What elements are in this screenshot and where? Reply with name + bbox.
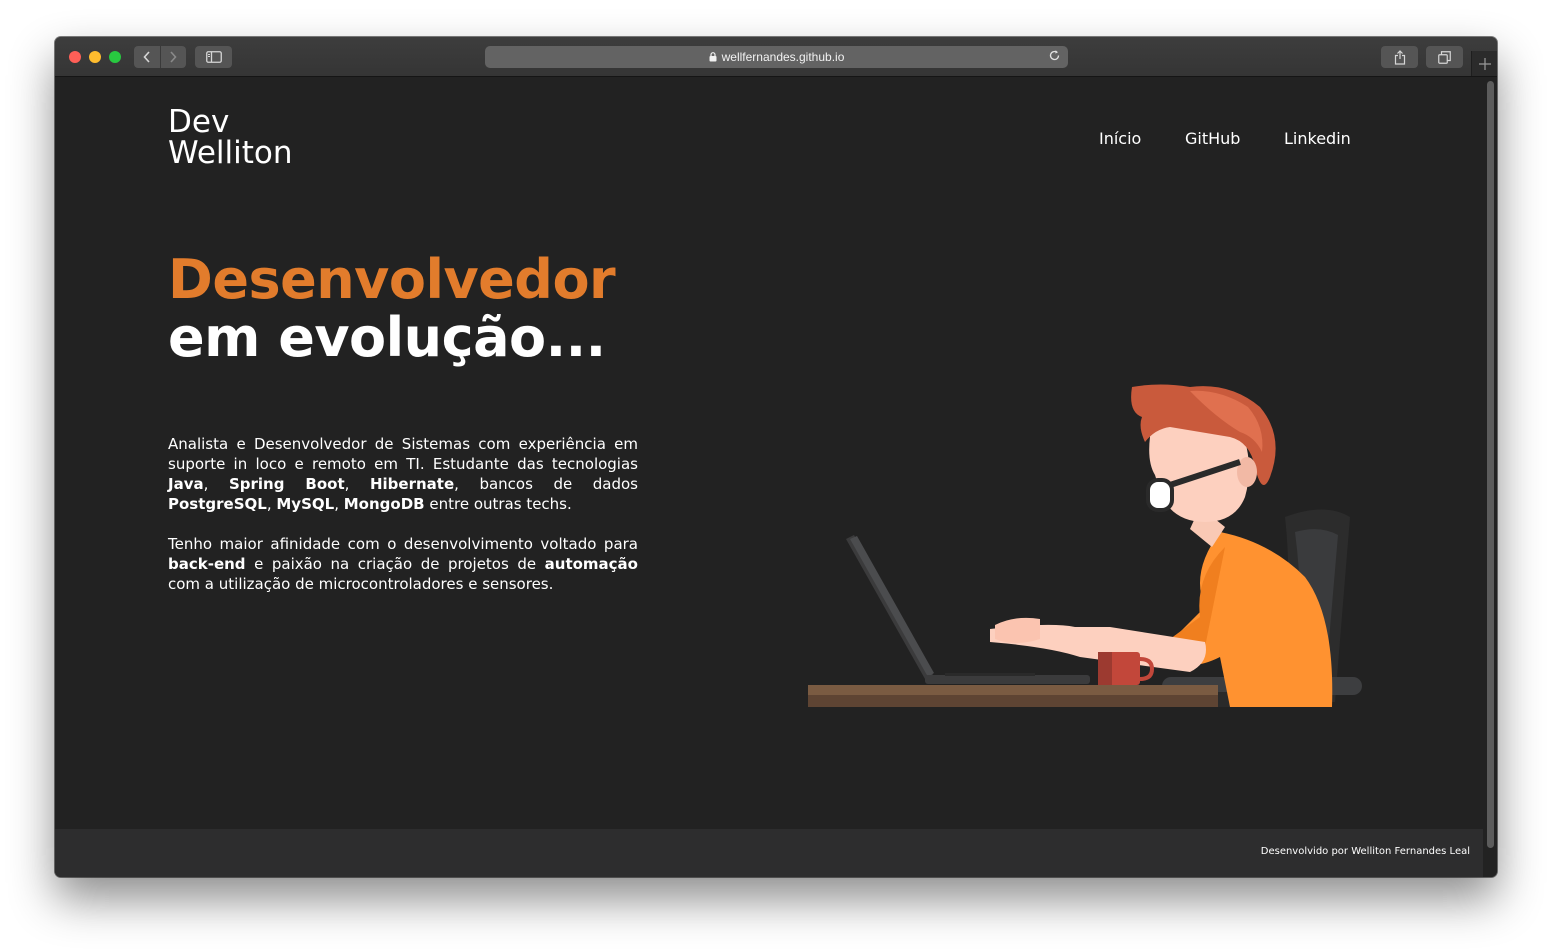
chevron-right-icon [170,51,177,63]
text-run: , [344,475,370,493]
highlighted-term: Hibernate [369,475,455,493]
zoom-window-button[interactable] [109,51,121,63]
page-scrollbar[interactable] [1487,81,1494,848]
browser-window: wellfernandes.github.io Dev Welliton Iní… [55,37,1497,877]
history-nav [134,46,186,68]
hero-title: Desenvolvedor em evolução... [168,248,616,369]
text-run: Tenho maior afinidade com o desenvolvime… [168,535,638,553]
sidebar-icon [205,51,222,63]
text-run: , [266,495,277,513]
browser-toolbar: wellfernandes.github.io [55,37,1497,77]
about-paragraph-1: Analista e Desenvolvedor de Sistemas com… [168,434,638,514]
hero-title-accent: Desenvolvedor [168,248,616,311]
site-logo[interactable]: Dev Welliton [168,107,293,169]
highlighted-term: PostgreSQL [168,495,267,513]
highlighted-term: automação [544,555,638,573]
show-tabs-button[interactable] [1426,46,1463,68]
url-text: wellfernandes.github.io [721,50,845,64]
logo-line-1: Dev [168,104,230,140]
new-tab-button[interactable] [1471,51,1497,76]
text-run: , [334,495,344,513]
developer-illustration [808,384,1362,707]
lock-icon [709,52,717,62]
highlighted-term: Java [168,475,204,493]
nav-link-github[interactable]: GitHub [1185,129,1240,148]
chevron-left-icon [143,51,150,63]
person-illustration [990,384,1333,707]
highlighted-term: MySQL [276,495,335,513]
text-run: , [203,475,229,493]
text-run: entre outras techs. [424,495,572,513]
text-run: com a utilização de microcontroladores e… [168,575,554,593]
forward-button[interactable] [159,46,187,68]
footer-credit: Desenvolvido por Welliton Fernandes Leal [1260,846,1470,857]
about-paragraph-2: Tenho maior afinidade com o desenvolvime… [168,534,638,594]
nav-link-inicio[interactable]: Início [1099,129,1141,148]
share-icon [1394,49,1405,65]
back-button[interactable] [134,46,160,68]
web-page: Dev Welliton Início GitHub Linkedin Dese… [55,77,1497,877]
highlighted-term: MongoDB [343,495,425,513]
sidebar-toggle-button[interactable] [195,46,232,68]
tabs-icon [1438,50,1451,64]
minimize-window-button[interactable] [89,51,101,63]
text-run: , bancos de dados [454,475,638,493]
highlighted-term: back-end [168,555,246,573]
share-button[interactable] [1381,46,1418,68]
desk-illustration [808,685,1218,707]
highlighted-term: Spring Boot [228,475,345,493]
text-run: Analista e Desenvolvedor de Sistemas com… [168,435,638,473]
hero-title-main: em evolução... [168,306,606,369]
page-footer: Desenvolvido por Welliton Fernandes Leal [55,829,1483,877]
plus-icon [1479,57,1491,70]
reload-icon[interactable] [1048,49,1061,62]
nav-link-linkedin[interactable]: Linkedin [1284,129,1351,148]
address-bar[interactable]: wellfernandes.github.io [485,46,1068,68]
about-text: Analista e Desenvolvedor de Sistemas com… [168,434,638,614]
close-window-button[interactable] [69,51,81,63]
text-run: e paixão na criação de projetos de [245,555,545,573]
laptop-illustration [846,535,1090,684]
logo-line-2: Welliton [168,135,293,171]
